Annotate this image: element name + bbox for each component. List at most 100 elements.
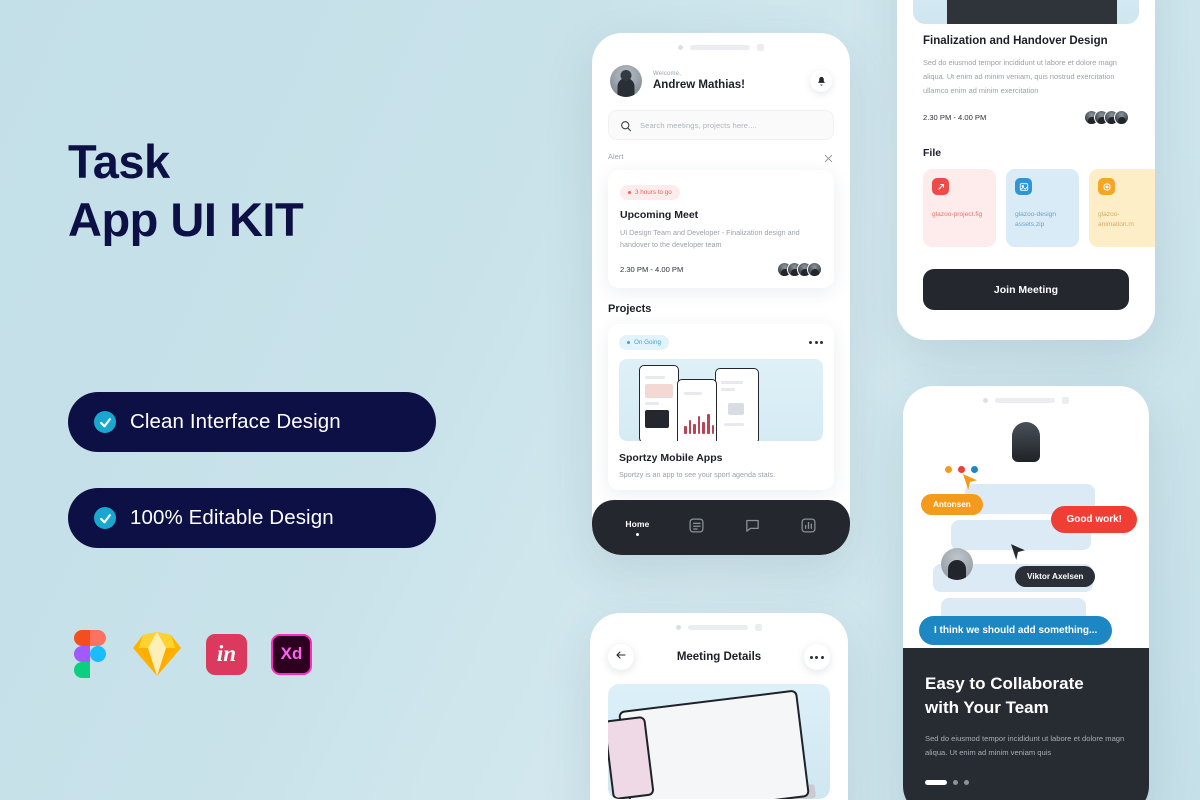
status-square-icon	[1062, 396, 1069, 404]
nav-item-chat[interactable]	[744, 517, 761, 539]
image-file-icon	[1015, 178, 1032, 196]
file-name: glazoo-project.fig	[932, 211, 983, 219]
badge-dot-icon	[628, 191, 631, 194]
join-meeting-button[interactable]: Join Meeting	[923, 269, 1129, 311]
close-icon[interactable]	[823, 151, 834, 163]
status-square-icon	[755, 623, 762, 631]
pager-dot[interactable]	[964, 780, 969, 786]
status-badge: On Going	[619, 334, 669, 350]
file-name: glazoo-design assets.zip	[1015, 211, 1057, 229]
project-description: Sportzy is an app to see your sport agen…	[619, 469, 776, 479]
bell-icon[interactable]	[810, 70, 832, 92]
title-line-1: Task	[68, 135, 170, 188]
file-list: glazoo-project.fig glazoo-design assets.…	[923, 169, 1155, 248]
file-name: glazoo-animation.m	[1098, 211, 1134, 229]
mockup-bar-chart	[684, 412, 716, 434]
status-notch	[995, 397, 1055, 403]
promo-heading: Easy to Collaborate with Your Team	[925, 672, 1127, 720]
alert-description: UI Design Team and Developer - Finalizat…	[620, 228, 800, 249]
feature-pill-label: Clean Interface Design	[130, 410, 341, 433]
carousel-pager[interactable]	[925, 780, 1127, 786]
back-button[interactable]	[608, 644, 634, 670]
invision-icon: in	[206, 633, 247, 675]
stats-chart-icon	[800, 517, 817, 539]
check-circle-icon	[94, 411, 116, 433]
alert-footer: 2.30 PM - 4.00 PM	[620, 261, 822, 277]
file-chip-figma[interactable]: glazoo-project.fig	[923, 169, 996, 248]
mockup-phone-2	[677, 378, 717, 441]
nav-item-tasks[interactable]	[688, 517, 705, 539]
page-title: Meeting Details	[676, 651, 762, 663]
project-thumbnail	[619, 358, 823, 441]
feature-pill-editable-design[interactable]: 100% Editable Design	[68, 488, 436, 548]
figma-icon	[74, 630, 108, 678]
collaboration-promo: Easy to Collaborate with Your Team Sed d…	[903, 648, 1149, 800]
search-input[interactable]: Search meetings, projects here....	[608, 110, 834, 140]
file-chip-animation[interactable]: glazoo-animation.m	[1089, 169, 1155, 248]
xd-icon: Xd	[271, 633, 312, 675]
more-horizontal-icon	[809, 655, 824, 659]
cursor-label-antonsen: Antonsen	[921, 494, 983, 515]
meeting-title: Finalization and Handover Design	[923, 35, 1108, 47]
project-card-header: On Going	[619, 334, 823, 350]
arrow-left-icon	[615, 648, 627, 666]
tasks-list-icon	[688, 517, 705, 539]
status-bar	[592, 33, 850, 55]
project-card[interactable]: On Going Sportzy Mobile Apps Sportzy is …	[608, 323, 834, 490]
home-screen-phone: Welcome, Andrew Mathias! Search meetings…	[592, 33, 850, 555]
more-horizontal-icon[interactable]	[809, 340, 823, 344]
page-title: Task App UI KIT	[68, 133, 304, 250]
pager-dot[interactable]	[953, 780, 958, 786]
badge-label: On Going	[634, 338, 661, 346]
avatar[interactable]	[610, 65, 642, 97]
alert-card[interactable]: 3 hours to go Upcoming Meet UI Design Te…	[608, 170, 834, 288]
laptop-mockup	[947, 0, 1117, 24]
meeting-description: Sed do eiusmod tempor incididunt ut labo…	[923, 58, 1117, 96]
status-bar	[903, 386, 1149, 408]
status-notch	[690, 44, 750, 50]
mockup-phone-1	[639, 364, 679, 441]
status-badge: 3 hours to go	[620, 185, 680, 200]
status-bar	[590, 613, 848, 635]
badge-label: 3 hours to go	[635, 189, 672, 196]
bottom-navigation: Home	[592, 500, 850, 555]
attendee-avatars	[1084, 110, 1129, 126]
meeting-details-phone: Meeting Details	[590, 613, 848, 800]
status-dot-icon	[676, 624, 681, 630]
promo-heading-line-1: Easy to Collaborate	[925, 674, 1084, 693]
alert-header: Alert	[608, 151, 834, 163]
status-notch	[688, 624, 748, 630]
alert-section: Alert 3 hours to go Upcoming Meet UI Des…	[608, 151, 834, 288]
search-placeholder: Search meetings, projects here....	[640, 120, 757, 130]
user-name: Andrew Mathias!	[653, 79, 746, 91]
search-icon	[620, 119, 632, 132]
nav-item-label: Home	[625, 519, 650, 529]
meeting-hero-image	[913, 0, 1139, 24]
home-header: Welcome, Andrew Mathias!	[592, 55, 850, 97]
status-dot-icon	[983, 397, 988, 403]
promo-description: Sed do eiusmod tempor incididunt ut labo…	[925, 733, 1125, 758]
chat-icon	[744, 517, 761, 539]
badge-dot-icon	[627, 340, 630, 344]
collaboration-canvas: Antonsen Good work! Viktor Axelsen I thi…	[903, 408, 1149, 670]
feature-pill-clean-interface[interactable]: Clean Interface Design	[68, 392, 436, 452]
avatar	[1012, 422, 1040, 462]
welcome-label: Welcome,	[653, 71, 682, 77]
collaborator-dots	[945, 466, 978, 473]
alert-title: Upcoming Meet	[620, 209, 699, 221]
feature-pill-label: 100% Editable Design	[130, 506, 334, 529]
status-dot-icon	[678, 44, 683, 50]
projects-section-label: Projects	[608, 302, 652, 315]
video-file-icon	[1098, 178, 1115, 196]
cursor-label-viktor-axelsen: Viktor Axelsen	[1015, 566, 1096, 587]
file-chip-assets[interactable]: glazoo-design assets.zip	[1006, 169, 1079, 248]
nav-item-home[interactable]: Home	[625, 519, 649, 536]
check-circle-icon	[94, 507, 116, 529]
pager-active-indicator[interactable]	[925, 780, 947, 786]
avatar	[941, 548, 973, 580]
more-options-button[interactable]	[803, 644, 830, 670]
chat-bubble-suggestion: I think we should add something...	[919, 616, 1113, 645]
meeting-time: 2.30 PM - 4.00 PM	[923, 113, 987, 123]
status-square-icon	[757, 43, 764, 51]
nav-item-stats[interactable]	[800, 517, 817, 539]
